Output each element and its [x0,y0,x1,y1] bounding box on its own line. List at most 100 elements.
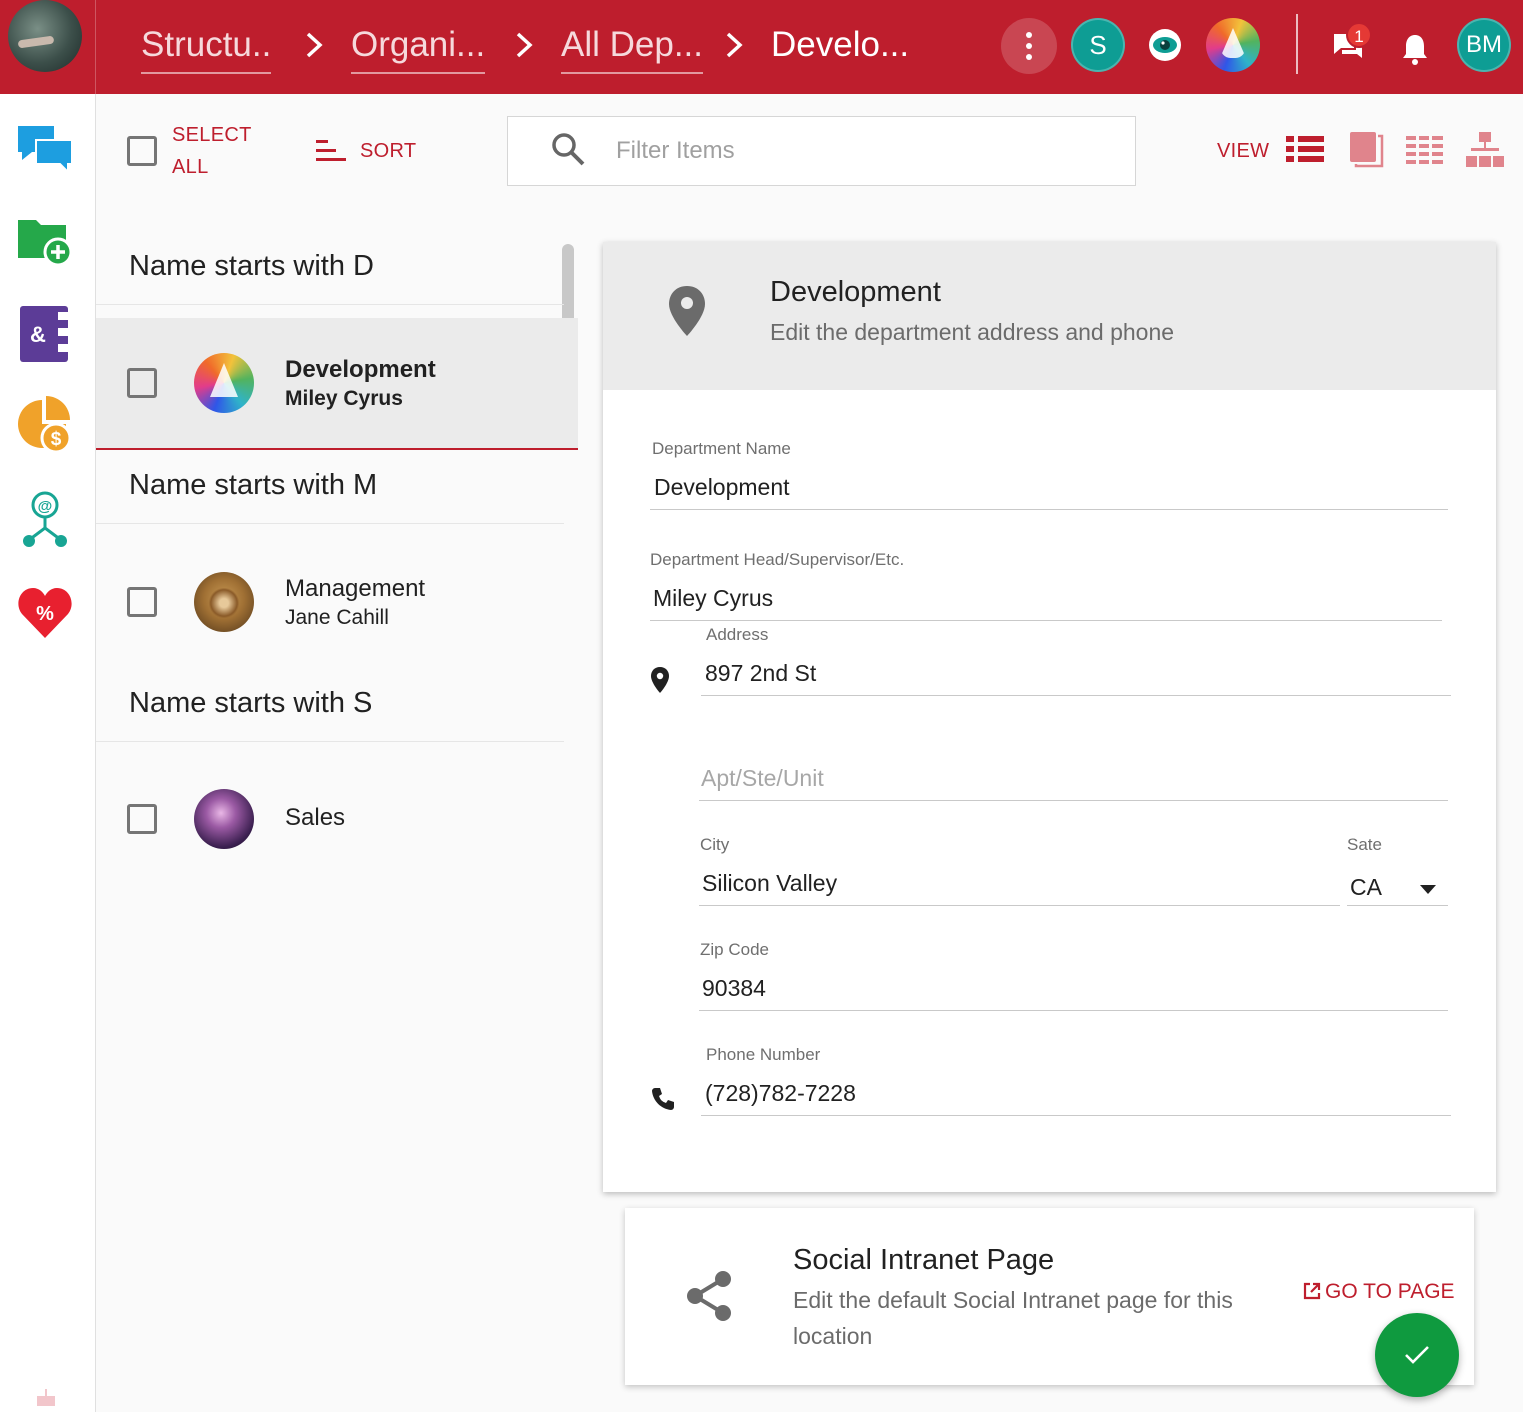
profile-avatar[interactable]: BM [1457,18,1511,72]
field-underline [1347,905,1448,906]
address-field[interactable]: 897 2nd St [705,660,816,687]
apt-field[interactable]: Apt/Ste/Unit [701,765,824,792]
field-underline [699,905,1340,906]
share-icon [687,1271,731,1321]
svg-text:%: % [36,603,54,625]
filter-input[interactable]: Filter Items [616,137,735,165]
social-card-title: Social Intranet Page [793,1244,1055,1276]
list-item-subtitle: Miley Cyrus [285,387,403,410]
address-label: Address [706,625,769,644]
card-subtitle: Edit the department address and phone [770,319,1175,345]
location-pin-icon [669,286,705,336]
divider [96,523,564,524]
zip-label: Zip Code [700,940,769,959]
field-underline [650,620,1442,621]
phone-icon [652,1088,674,1110]
chevron-right-icon [726,32,743,58]
list-item-selected[interactable] [96,318,578,450]
field-underline [701,695,1451,696]
network-icon[interactable]: @ [16,490,74,548]
sort-icon[interactable] [316,138,348,164]
row-checkbox[interactable] [127,368,157,398]
phone-label: Phone Number [706,1045,821,1064]
select-all-label-line2[interactable]: ALL [172,156,209,179]
department-detail-card: Development Edit the department address … [603,242,1496,1192]
breadcrumb-current: Develo... [771,25,910,64]
contacts-book-icon[interactable]: & [16,304,74,362]
left-sidebar: & $ @ % [0,94,96,1412]
field-underline [699,800,1448,801]
breadcrumb-organization[interactable]: Organi... [351,22,486,74]
chevron-right-icon [516,32,533,58]
field-underline [699,1010,1448,1011]
city-label: City [700,835,730,854]
department-avatar [194,572,254,632]
row-checkbox[interactable] [127,587,157,617]
app-switcher-icon[interactable] [1206,18,1260,72]
department-head-label: Department Head/Supervisor/Etc. [650,550,905,569]
bell-icon[interactable] [1400,32,1430,66]
chat-icon[interactable] [16,120,74,178]
state-select[interactable]: CA [1350,874,1382,901]
cake-icon[interactable] [34,1384,58,1408]
list-item-subtitle: Jane Cahill [285,606,389,629]
state-label: Sate [1347,835,1382,854]
external-link-icon [1303,1282,1321,1300]
list-view-icon[interactable] [1286,132,1324,168]
group-heading-d: Name starts with D [129,250,374,282]
svg-text:@: @ [38,498,53,515]
table-view-icon[interactable] [1406,132,1444,168]
header-divider [1296,14,1298,74]
save-fab-button[interactable] [1375,1313,1459,1397]
sort-button[interactable]: SORT [360,140,416,163]
discount-heart-icon[interactable]: % [16,584,74,642]
add-folder-icon[interactable] [16,210,74,268]
department-avatar [194,353,254,413]
logo-container [0,0,96,94]
row-checkbox[interactable] [127,804,157,834]
department-head-field[interactable]: Miley Cyrus [653,585,773,612]
more-options-button[interactable] [1001,18,1057,74]
breadcrumb-all-departments[interactable]: All Dep... [561,22,703,74]
org-chart-view-icon[interactable] [1466,132,1504,168]
city-field[interactable]: Silicon Valley [702,870,837,897]
list-item-title[interactable]: Sales [285,804,345,832]
department-name-label: Department Name [652,439,791,458]
phone-field[interactable]: (728)782-7228 [705,1080,856,1107]
card-view-icon[interactable] [1348,132,1386,168]
divider [96,304,564,305]
select-all-label-line1[interactable]: SELECT [172,124,252,147]
budget-chart-icon[interactable]: $ [16,396,74,454]
notification-badge: 1 [1346,22,1372,48]
chevron-right-icon [306,32,323,58]
view-label: VIEW [1217,140,1270,162]
svg-text:$: $ [51,429,62,450]
field-underline [701,1115,1451,1116]
check-icon [1405,1346,1429,1364]
card-title: Development [770,276,941,308]
filter-search-box[interactable]: Filter Items [507,116,1136,186]
eye-icon[interactable] [1148,28,1182,62]
go-to-page-label[interactable]: GO TO PAGE [1325,1280,1455,1303]
field-underline [650,509,1448,510]
zip-field[interactable]: 90384 [702,975,766,1002]
address-pin-icon [651,667,669,693]
social-card-subtitle: Edit the default Social Intranet page fo… [793,1287,1233,1349]
social-intranet-card: Social Intranet Page Edit the default So… [625,1208,1474,1385]
user-avatar-s[interactable]: S [1071,18,1125,72]
select-all-checkbox[interactable] [127,136,157,166]
list-item-title[interactable]: Management [285,575,425,603]
group-heading-m: Name starts with M [129,469,378,501]
list-item-title[interactable]: Development [285,356,436,384]
department-avatar [194,789,254,849]
department-name-field[interactable]: Development [654,474,790,501]
group-heading-s: Name starts with S [129,687,373,719]
go-to-page-button[interactable]: GO TO PAGE [1303,1280,1455,1304]
card-header: Development Edit the department address … [603,242,1496,390]
company-logo[interactable] [8,0,82,72]
app-header: Structu.. Organi... All Dep... Develo...… [0,0,1523,94]
breadcrumb-structure[interactable]: Structu.. [141,22,272,74]
svg-text:&: & [30,322,46,347]
dropdown-arrow-icon[interactable] [1419,883,1437,895]
search-icon [552,133,585,166]
